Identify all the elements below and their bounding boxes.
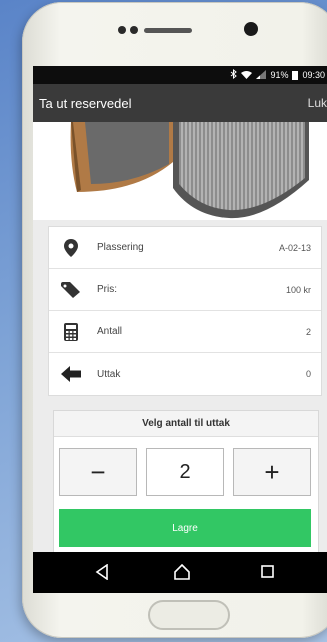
info-label: Pris: <box>97 284 117 295</box>
sensor-dot <box>118 26 126 34</box>
back-icon[interactable] <box>95 563 109 585</box>
info-label: Uttak <box>97 368 121 380</box>
increment-button[interactable]: + <box>233 448 311 496</box>
close-button[interactable]: Lukk <box>308 96 327 110</box>
page-title: Ta ut reservedel <box>39 95 132 111</box>
part-info-list: Plassering A-02-13 Pris: 100 kr Antall 2… <box>48 226 322 396</box>
info-label: Plassering <box>97 242 144 253</box>
status-bar: 91% 09:30 <box>33 66 327 84</box>
air-filter-image <box>70 122 309 219</box>
bluetooth-icon <box>230 68 238 81</box>
info-label: Antall <box>97 326 123 337</box>
save-button[interactable]: Lagre <box>59 509 311 547</box>
app-bar: Ta ut reservedel Lukk <box>33 84 327 122</box>
info-value: A-02-13 <box>278 242 311 253</box>
home-button[interactable] <box>148 600 230 630</box>
quantity-panel: Velg antall til uttak − 2 + Lagre <box>53 410 319 556</box>
sensor-dots <box>118 26 138 34</box>
location-pin-icon <box>59 238 83 258</box>
info-row-quantity: Antall 2 <box>49 311 321 353</box>
arrow-left-icon <box>59 364 83 384</box>
product-image <box>33 122 327 220</box>
info-value: 0 <box>305 369 311 379</box>
info-row-location: Plassering A-02-13 <box>49 227 321 269</box>
info-value: 2 <box>305 326 311 337</box>
android-nav-bar <box>33 552 327 593</box>
recents-icon[interactable] <box>261 565 274 583</box>
sensor-dot <box>130 26 138 34</box>
speaker-grill <box>144 28 192 33</box>
info-row-withdrawal: Uttak 0 <box>49 353 321 395</box>
decrement-button[interactable]: − <box>59 448 137 496</box>
battery-percent: 91% <box>270 70 289 80</box>
quantity-header: Velg antall til uttak <box>54 411 318 437</box>
info-row-price: Pris: 100 kr <box>49 269 321 311</box>
battery-icon <box>292 70 299 80</box>
phone-screen: 91% 09:30 Ta ut reservedel Lukk <box>33 66 327 593</box>
wifi-icon <box>241 70 253 81</box>
front-camera <box>244 22 258 36</box>
quantity-stepper: − 2 + <box>59 448 313 496</box>
price-tag-icon <box>59 280 83 300</box>
info-value: 100 kr <box>285 284 311 295</box>
home-icon[interactable] <box>174 563 190 585</box>
calculator-icon <box>59 322 83 342</box>
quantity-field[interactable]: 2 <box>146 448 224 496</box>
signal-icon <box>256 69 267 81</box>
clock: 09:30 <box>302 70 325 80</box>
